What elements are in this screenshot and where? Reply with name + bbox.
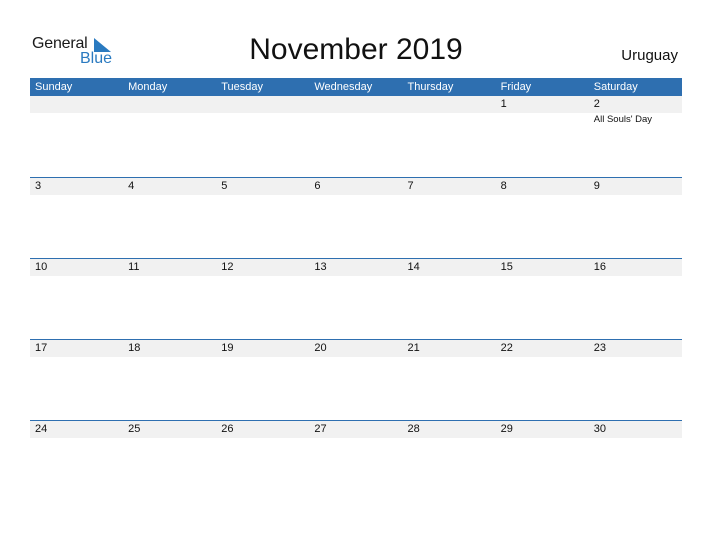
day-number: 23	[593, 342, 606, 354]
weekday-header: Sunday Monday Tuesday Wednesday Thursday…	[30, 78, 682, 96]
day-number	[408, 96, 496, 113]
day-cell: 1	[496, 96, 589, 176]
day-cell: 28	[403, 421, 496, 501]
day-cell: 24	[30, 421, 123, 501]
weekday-monday: Monday	[128, 81, 168, 93]
day-number: 8	[500, 180, 507, 192]
day-cell: 12	[216, 259, 309, 339]
day-number: 9	[593, 180, 600, 192]
day-number: 2	[593, 98, 600, 110]
day-number	[314, 96, 402, 113]
weekday-thursday: Thursday	[407, 81, 454, 93]
weekday-tuesday: Tuesday	[221, 81, 264, 93]
day-cell: 29	[496, 421, 589, 501]
day-number: 6	[314, 180, 321, 192]
day-cell: 10	[30, 259, 123, 339]
day-cell: 7	[403, 178, 496, 258]
weekday-saturday: Saturday	[593, 81, 638, 93]
country-label: Uruguay	[621, 47, 678, 64]
day-cell: 8	[496, 178, 589, 258]
day-number: 12	[221, 261, 234, 273]
day-number: 16	[593, 261, 606, 273]
day-number: 18	[128, 342, 141, 354]
day-cell	[309, 96, 402, 176]
day-cell: 16	[589, 259, 682, 339]
day-number: 29	[500, 423, 513, 435]
day-cell	[123, 96, 216, 176]
day-cell: 3	[30, 178, 123, 258]
day-cell: 4	[123, 178, 216, 258]
day-cell: 26	[216, 421, 309, 501]
weeks-container: 1 2 All Souls' Day 3 4 5 6 7 8 9 10 11 12 13 14 15 16 17 1…	[30, 96, 682, 501]
day-number: 13	[314, 261, 327, 273]
day-number: 21	[407, 342, 420, 354]
holiday-label: All Souls' Day	[593, 114, 653, 125]
calendar-title: November 2019	[249, 33, 463, 66]
day-number: 15	[500, 261, 513, 273]
week-row: 3 4 5 6 7 8 9	[30, 177, 682, 258]
day-cell: 6	[309, 178, 402, 258]
day-cell	[30, 96, 123, 176]
day-number: 27	[314, 423, 327, 435]
day-cell: 18	[123, 340, 216, 420]
day-cell: 15	[496, 259, 589, 339]
day-cell: 14	[403, 259, 496, 339]
day-number: 19	[221, 342, 234, 354]
day-cell: 23	[589, 340, 682, 420]
calendar-grid: Sunday Monday Tuesday Wednesday Thursday…	[30, 78, 682, 501]
day-cell	[403, 96, 496, 176]
day-number: 25	[128, 423, 141, 435]
weekday-sunday: Sunday	[35, 81, 73, 93]
day-cell: 30	[589, 421, 682, 501]
day-number	[221, 96, 309, 113]
day-cell	[216, 96, 309, 176]
day-cell: 11	[123, 259, 216, 339]
day-number	[128, 96, 216, 113]
day-number: 10	[35, 261, 48, 273]
week-cells: 1 2 All Souls' Day	[30, 96, 682, 176]
day-number: 22	[500, 342, 513, 354]
day-number: 17	[35, 342, 48, 354]
day-number: 30	[593, 423, 606, 435]
day-cell: 27	[309, 421, 402, 501]
week-row: 10 11 12 13 14 15 16	[30, 258, 682, 339]
day-number: 3	[35, 180, 42, 192]
weekday-wednesday: Wednesday	[314, 81, 373, 93]
week-cells: 3 4 5 6 7 8 9	[30, 178, 682, 258]
day-cell: 13	[309, 259, 402, 339]
day-cell: 9	[589, 178, 682, 258]
week-cells: 10 11 12 13 14 15 16	[30, 259, 682, 339]
day-cell: 2 All Souls' Day	[589, 96, 682, 176]
day-cell: 19	[216, 340, 309, 420]
day-number: 20	[314, 342, 327, 354]
day-number: 24	[35, 423, 48, 435]
day-number: 26	[221, 423, 234, 435]
day-number: 5	[221, 180, 228, 192]
week-cells: 17 18 19 20 21 22 23	[30, 340, 682, 420]
day-number: 1	[500, 98, 507, 110]
day-number: 7	[407, 180, 414, 192]
day-cell: 25	[123, 421, 216, 501]
day-number: 14	[407, 261, 420, 273]
week-row: 17 18 19 20 21 22 23	[30, 339, 682, 420]
day-number: 28	[407, 423, 420, 435]
day-cell: 22	[496, 340, 589, 420]
week-row: 24 25 26 27 28 29 30	[30, 420, 682, 501]
day-cell: 5	[216, 178, 309, 258]
week-cells: 24 25 26 27 28 29 30	[30, 421, 682, 501]
day-number	[35, 96, 123, 113]
day-cell: 21	[403, 340, 496, 420]
weekday-friday: Friday	[500, 81, 532, 93]
day-number: 4	[128, 180, 135, 192]
week-row: 1 2 All Souls' Day	[30, 96, 682, 177]
day-number: 11	[128, 261, 140, 273]
day-cell: 17	[30, 340, 123, 420]
day-cell: 20	[309, 340, 402, 420]
